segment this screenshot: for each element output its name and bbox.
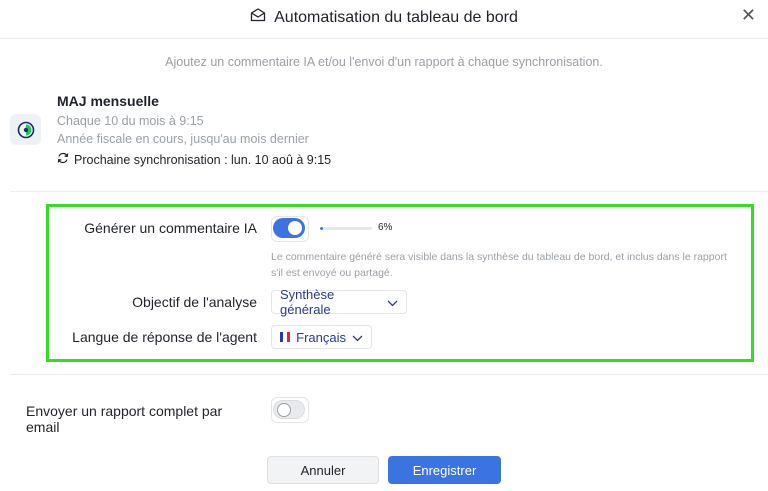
next-sync-text: Prochaine synchronisation : lun. 10 aoû … (74, 152, 332, 167)
dialog-title-wrap: Automatisation du tableau de bord (0, 8, 768, 27)
schedule-frequency: Chaque 10 du mois à 9:15 (57, 114, 204, 128)
france-flag-icon (280, 332, 291, 342)
section-divider (10, 374, 768, 375)
ai-comment-label: Générer un commentaire IA (84, 220, 257, 236)
refresh-icon (57, 152, 69, 167)
chevron-down-icon (387, 295, 398, 310)
save-button[interactable]: Enregistrer (388, 456, 501, 484)
email-report-toggle[interactable] (273, 400, 305, 419)
schedule-period: Année fiscale en cours, jusqu'au mois de… (57, 132, 309, 146)
language-select[interactable]: Français (271, 325, 372, 349)
ai-comment-toggle[interactable] (273, 218, 305, 238)
cancel-button[interactable]: Annuler (267, 456, 379, 484)
objective-select[interactable]: Synthèse générale (271, 287, 407, 317)
ai-progress-fill (320, 227, 324, 230)
ai-progress-text: 6% (378, 222, 393, 233)
email-report-label: Envoyer un rapport complet par email (26, 403, 223, 435)
ai-comment-hint-line2: s'il est envoyé ou partagé. (271, 267, 393, 279)
section-divider (10, 191, 768, 192)
ai-comment-hint: Le commentaire généré sera visible dans … (271, 249, 751, 281)
close-icon[interactable]: ✕ (741, 6, 756, 24)
language-label: Langue de réponse de l'agent (72, 329, 257, 345)
next-sync: Prochaine synchronisation : lun. 10 aoû … (57, 152, 331, 167)
toggle-knob (277, 403, 291, 417)
chevron-down-icon (352, 330, 363, 345)
toggle-knob (288, 221, 302, 235)
schedule-name: MAJ mensuelle (57, 93, 159, 109)
objective-value: Synthèse générale (280, 287, 335, 317)
language-value: Français (296, 329, 346, 345)
ai-progress-bar (320, 227, 372, 230)
schedule-icon (10, 114, 41, 145)
dialog-header: Automatisation du tableau de bord ✕ (0, 0, 768, 39)
objective-label: Objectif de l'analyse (132, 294, 257, 310)
dialog-subtitle: Ajoutez un commentaire IA et/ou l'envoi … (165, 55, 603, 69)
dialog-title: Automatisation du tableau de bord (274, 8, 518, 26)
envelope-icon (250, 8, 266, 27)
ai-comment-hint-line1: Le commentaire généré sera visible dans … (271, 251, 727, 263)
